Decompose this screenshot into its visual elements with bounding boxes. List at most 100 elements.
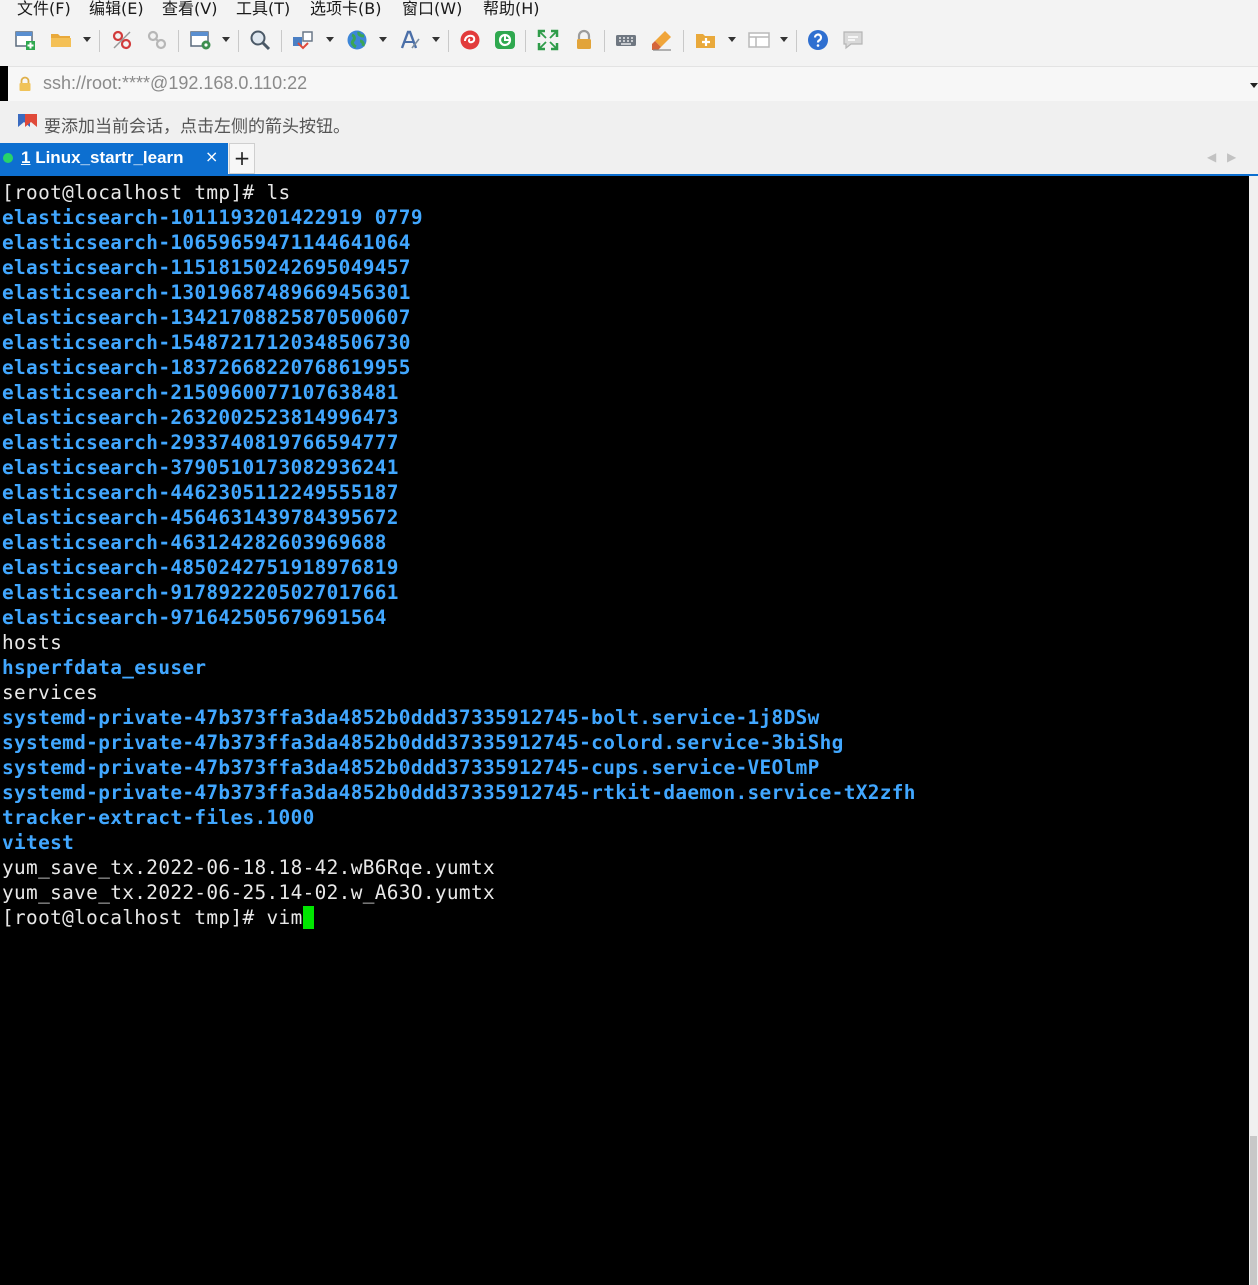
prompt-line: [root@localhost tmp]# vim bbox=[2, 905, 314, 930]
terminal-cursor bbox=[302, 906, 314, 929]
terminal-line-text: elasticsearch-4850242751918976819 bbox=[2, 556, 399, 579]
toolbar-divider bbox=[604, 30, 605, 52]
chevron-down-icon[interactable] bbox=[326, 37, 334, 42]
lock-icon[interactable] bbox=[572, 28, 596, 52]
directory-entry: elasticsearch-463124282603969688 bbox=[2, 530, 387, 555]
xshell-icon[interactable] bbox=[458, 28, 482, 52]
terminal-line-text: services bbox=[2, 681, 99, 704]
tab-label[interactable]: 1 Linux_startr_learn bbox=[21, 148, 184, 168]
terminal-line-text: elasticsearch-13421708825870500607 bbox=[2, 306, 411, 329]
directory-entry: systemd-private-47b373ffa3da4852b0ddd373… bbox=[2, 730, 844, 755]
transfer-icon[interactable] bbox=[291, 28, 315, 52]
chevron-down-icon[interactable] bbox=[432, 37, 440, 42]
menu-tab[interactable]: 选项卡(B) bbox=[310, 0, 381, 18]
terminal-line: services bbox=[2, 680, 98, 705]
add-tab-button[interactable]: + bbox=[229, 143, 255, 174]
session-hint-bar: 要添加当前会话，点击左侧的箭头按钮。 bbox=[0, 101, 1258, 143]
chevron-down-icon[interactable] bbox=[780, 37, 788, 42]
font-icon[interactable] bbox=[398, 28, 422, 52]
tab-bar: 1 Linux_startr_learn × + ◀ ▶ bbox=[0, 143, 1258, 176]
toolbar-divider bbox=[178, 30, 179, 52]
chevron-down-icon[interactable] bbox=[1250, 83, 1258, 88]
connected-status-icon bbox=[3, 153, 13, 163]
address-text[interactable]: ssh://root:****@192.168.0.110:22 bbox=[43, 73, 307, 94]
tab-scroll-right-icon[interactable]: ▶ bbox=[1227, 150, 1236, 164]
chevron-down-icon[interactable] bbox=[83, 37, 91, 42]
menu-tools[interactable]: 工具(T) bbox=[236, 0, 290, 18]
directory-entry: elasticsearch-13421708825870500607 bbox=[2, 305, 411, 330]
tab-scroll-left-icon[interactable]: ◀ bbox=[1207, 150, 1216, 164]
layout-icon[interactable] bbox=[747, 28, 771, 52]
terminal-line-text: tracker-extract-files.1000 bbox=[2, 806, 315, 829]
chevron-down-icon[interactable] bbox=[379, 37, 387, 42]
terminal-line-text: elasticsearch-11518150242695049457 bbox=[2, 256, 411, 279]
terminal-line-text: elasticsearch-4462305112249555187 bbox=[2, 481, 399, 504]
new-tab-icon[interactable] bbox=[694, 28, 718, 52]
properties-icon[interactable] bbox=[189, 28, 213, 52]
xftp-icon[interactable] bbox=[493, 28, 517, 52]
terminal-scrollbar[interactable] bbox=[1249, 176, 1258, 1285]
tab-title: Linux_startr_learn bbox=[35, 148, 184, 167]
directory-entry: elasticsearch-2933740819766594777 bbox=[2, 430, 399, 455]
directory-entry: elasticsearch-2150960077107638481 bbox=[2, 380, 399, 405]
directory-entry: elasticsearch-3790510173082936241 bbox=[2, 455, 399, 480]
directory-entry: systemd-private-47b373ffa3da4852b0ddd373… bbox=[2, 755, 820, 780]
chevron-down-icon[interactable] bbox=[728, 37, 736, 42]
terminal-line-text: elasticsearch-971642505679691564 bbox=[2, 606, 387, 629]
menu-file[interactable]: 文件(F) bbox=[17, 0, 71, 18]
terminal-line-text: yum_save_tx.2022-06-18.18-42.wB6Rqe.yumt… bbox=[2, 856, 495, 879]
terminal-line-text: elasticsearch-18372668220768619955 bbox=[2, 356, 411, 379]
terminal-line-text: hsperfdata_esuser bbox=[2, 656, 207, 679]
directory-entry: elasticsearch-11518150242695049457 bbox=[2, 255, 411, 280]
directory-entry: elasticsearch-15487217120348506730 bbox=[2, 330, 411, 355]
reconnect-icon[interactable] bbox=[145, 28, 169, 52]
highlight-icon[interactable] bbox=[650, 28, 674, 52]
directory-entry: elasticsearch-4850242751918976819 bbox=[2, 555, 399, 580]
close-icon[interactable]: × bbox=[205, 147, 218, 166]
open-folder-icon[interactable] bbox=[49, 28, 73, 52]
find-icon[interactable] bbox=[248, 28, 272, 52]
menu-help[interactable]: 帮助(H) bbox=[483, 0, 540, 18]
toolbar-divider bbox=[448, 30, 449, 52]
menu-view[interactable]: 查看(V) bbox=[162, 0, 217, 18]
toolbar-divider bbox=[99, 30, 100, 52]
directory-entry: tracker-extract-files.1000 bbox=[2, 805, 315, 830]
terminal-output[interactable]: [root@localhost tmp]# ls elasticsearch-10… bbox=[0, 176, 1249, 1285]
terminal-line-text: [root@localhost tmp]# vim bbox=[2, 906, 303, 929]
menu-window[interactable]: 窗口(W) bbox=[402, 0, 462, 18]
directory-entry: systemd-private-47b373ffa3da4852b0ddd373… bbox=[2, 705, 820, 730]
terminal-line-text: elasticsearch-2150960077107638481 bbox=[2, 381, 399, 404]
toolbar-divider bbox=[796, 30, 797, 52]
directory-entry: elasticsearch-13019687489669456301 bbox=[2, 280, 411, 305]
terminal-line-text: systemd-private-47b373ffa3da4852b0ddd373… bbox=[2, 706, 820, 729]
address-bar[interactable]: ssh://root:****@192.168.0.110:22 bbox=[8, 66, 1258, 102]
menu-edit[interactable]: 编辑(E) bbox=[89, 0, 144, 18]
tab-session[interactable]: 1 Linux_startr_learn × bbox=[0, 143, 228, 174]
directory-entry: elasticsearch-4462305112249555187 bbox=[2, 480, 399, 505]
new-session-icon[interactable] bbox=[13, 28, 37, 52]
keyboard-icon[interactable] bbox=[614, 28, 638, 52]
directory-entry: elasticsearch-10659659471144641064 bbox=[2, 230, 411, 255]
toolbar-divider bbox=[525, 30, 526, 52]
terminal-line-text: yum_save_tx.2022-06-25.14-02.w_A63O.yumt… bbox=[2, 881, 495, 904]
lock-icon bbox=[19, 76, 31, 91]
terminal-line-text: elasticsearch-9178922205027017661 bbox=[2, 581, 399, 604]
directory-entry: elasticsearch-2632002523814996473 bbox=[2, 405, 399, 430]
chat-icon[interactable] bbox=[841, 28, 865, 52]
scrollbar-thumb[interactable] bbox=[1250, 1136, 1257, 1285]
fullscreen-icon[interactable] bbox=[536, 28, 560, 52]
terminal-line-text: elasticsearch-3790510173082936241 bbox=[2, 456, 399, 479]
globe-icon[interactable] bbox=[345, 28, 369, 52]
menu-bar: 文件(F) 编辑(E) 查看(V) 工具(T) 选项卡(B) 窗口(W) 帮助(… bbox=[0, 0, 1258, 18]
add-session-arrow-icon[interactable] bbox=[16, 113, 38, 133]
directory-entry: elasticsearch-971642505679691564 bbox=[2, 605, 387, 630]
directory-entry: vitest bbox=[2, 830, 74, 855]
terminal-line-text: vitest bbox=[2, 831, 75, 854]
toolbar-divider bbox=[281, 30, 282, 52]
chevron-down-icon[interactable] bbox=[222, 37, 230, 42]
directory-entry: systemd-private-47b373ffa3da4852b0ddd373… bbox=[2, 780, 916, 805]
disconnect-icon[interactable] bbox=[110, 28, 134, 52]
tab-number: 1 bbox=[21, 148, 31, 167]
help-icon[interactable] bbox=[806, 28, 830, 52]
directory-entry: elasticsearch-18372668220768619955 bbox=[2, 355, 411, 380]
